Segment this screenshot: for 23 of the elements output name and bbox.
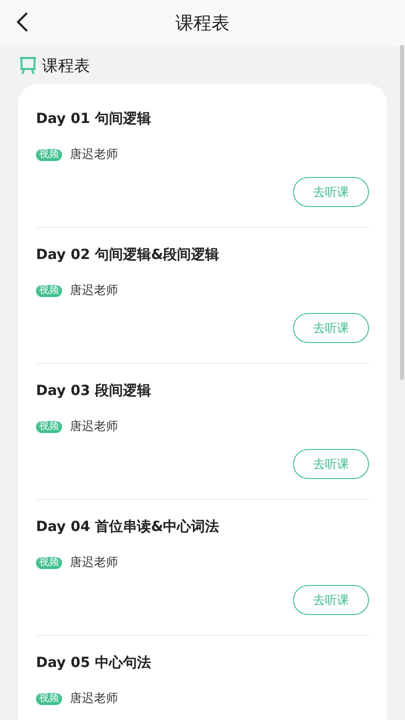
video-tag: 视频 — [36, 284, 62, 296]
teacher-name: 唐迟老师 — [70, 282, 118, 299]
teacher-name: 唐迟老师 — [70, 418, 118, 435]
video-tag: 视频 — [36, 148, 62, 160]
lesson-title: Day 05 中心句法 — [36, 654, 152, 673]
lesson-title: Day 03 段间逻辑 — [36, 382, 152, 401]
easel-icon — [18, 56, 38, 76]
teacher-name: 唐迟老师 — [70, 690, 118, 707]
listen-button[interactable]: 去听课 — [293, 585, 369, 615]
lesson-title: Day 04 首位串读&中心词法 — [36, 518, 220, 537]
listen-button[interactable]: 去听课 — [293, 313, 369, 343]
page-title: 课程表 — [176, 12, 230, 34]
section-title: 课程表 — [42, 56, 90, 76]
back-icon[interactable] — [15, 11, 29, 33]
lesson-title: Day 01 句间逻辑 — [36, 110, 152, 129]
video-tag: 视频 — [36, 420, 62, 432]
video-tag: 视频 — [36, 692, 62, 704]
listen-button[interactable]: 去听课 — [293, 177, 369, 207]
teacher-name: 唐迟老师 — [70, 554, 118, 571]
lesson-title: Day 02 句间逻辑&段间逻辑 — [36, 246, 220, 265]
listen-button[interactable]: 去听课 — [293, 449, 369, 479]
video-tag: 视频 — [36, 556, 62, 568]
teacher-name: 唐迟老师 — [70, 146, 118, 163]
